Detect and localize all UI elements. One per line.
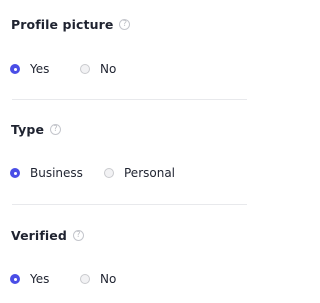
filter-panel: Profile picture ? Yes No Type ? Business… [0, 0, 259, 303]
profile-picture-yes-option[interactable]: Yes [10, 61, 49, 77]
verified-title: Verified [11, 227, 67, 243]
option-label: Yes [30, 62, 50, 76]
verified-header: Verified ? [11, 227, 84, 243]
verified-options: Yes No [10, 271, 116, 287]
radio-checked[interactable] [10, 274, 20, 284]
radio-unchecked[interactable] [104, 168, 114, 178]
help-icon[interactable]: ? [119, 18, 131, 30]
radio-checked[interactable] [10, 64, 20, 74]
section-divider [12, 99, 247, 100]
profile-picture-no-option[interactable]: No [80, 61, 116, 77]
type-header: Type ? [11, 121, 62, 137]
verified-yes-option[interactable]: Yes [10, 271, 49, 287]
radio-unchecked[interactable] [80, 274, 90, 284]
radio-unchecked[interactable] [80, 64, 90, 74]
option-label: Yes [30, 272, 50, 286]
type-options: Business Personal [10, 165, 175, 181]
verified-no-option[interactable]: No [80, 271, 116, 287]
type-personal-option[interactable]: Personal [104, 165, 175, 181]
type-title: Type [11, 121, 45, 137]
help-icon[interactable]: ? [72, 229, 84, 241]
profile-picture-header: Profile picture ? [11, 16, 131, 32]
option-label: Personal [124, 166, 176, 180]
help-icon[interactable]: ? [50, 123, 62, 135]
option-label: Business [30, 166, 83, 180]
type-business-option[interactable]: Business [10, 165, 83, 181]
profile-picture-title: Profile picture [11, 16, 114, 32]
profile-picture-options: Yes No [10, 61, 116, 77]
radio-checked[interactable] [10, 168, 20, 178]
option-label: No [100, 62, 117, 76]
section-divider [12, 204, 247, 205]
option-label: No [100, 272, 117, 286]
